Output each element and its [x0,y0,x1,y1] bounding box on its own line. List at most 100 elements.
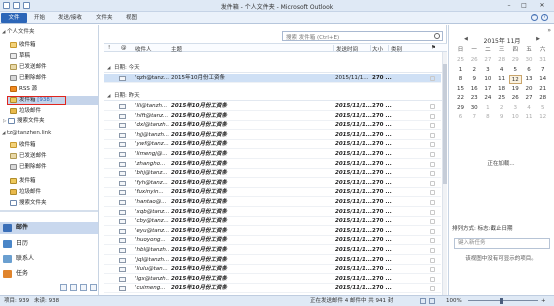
tab-file[interactable]: 文件 [1,13,27,23]
account-outbox[interactable]: 发件箱 [10,177,36,186]
task-sort-label[interactable]: 排列方式: 标志:截止日期 [452,224,512,232]
calendar-day[interactable]: 23 [468,94,481,103]
notes-icon[interactable] [60,283,67,291]
calendar-day[interactable]: 14 [536,75,549,84]
collapse-triangle-icon[interactable]: ◢ [107,64,110,73]
folder-list-icon[interactable] [70,283,77,291]
folder-search-folders[interactable]: ▷ 搜索文件夹 [3,117,45,126]
table-row[interactable]: 'huoyong... 2015年10月份工资条 2015/11/1... 270 .… [104,236,441,246]
table-row[interactable]: 'lgx@tanzh... 2015年10月份工资条 2015/11/1... 270… [104,275,441,284]
calendar-day[interactable]: 7 [468,113,481,122]
flag-icon[interactable] [430,76,435,81]
column-size[interactable]: 大小 [372,45,383,53]
tab-view[interactable]: 视图 [122,13,141,23]
help-icon[interactable]: ? [541,14,548,21]
account-search-folders[interactable]: 搜索文件夹 [10,199,47,208]
table-row[interactable]: 'lli@tanzh... 2015年10月份工资条 2015/11/1... 270… [104,102,441,111]
calendar-day[interactable]: 9 [468,75,481,84]
reading-view-icon[interactable] [429,298,435,304]
normal-view-icon[interactable] [420,298,426,304]
vertical-scrollbar[interactable] [442,52,447,295]
column-to[interactable]: 收件人 [135,45,152,53]
calendar-day[interactable]: 8 [481,113,494,122]
calendar-day[interactable]: 20 [523,85,536,94]
calendar-day[interactable]: 7 [536,66,549,75]
table-row[interactable]: 'zhangho... 2015年10月份工资条 2015/11/1... 270 .… [104,160,441,169]
zoom-slider[interactable] [468,300,538,301]
group-yesterday[interactable]: ◢ 日期: 昨天 [104,92,447,101]
prev-month-icon[interactable]: ◀ [464,36,468,42]
calendar-day[interactable]: 25 [454,56,467,65]
calendar-day[interactable]: 29 [454,104,467,113]
account-sent[interactable]: 已发送邮件 [10,152,47,161]
folder-deleted[interactable]: 已删除邮件 [10,74,47,83]
flag-icon[interactable] [430,180,435,186]
nav-button-calendar[interactable]: 日历 [0,238,98,250]
calendar-day[interactable]: 11 [495,75,508,84]
calendar-day[interactable]: 30 [468,104,481,113]
importance-column-icon[interactable]: ! [108,45,110,51]
minimize-ribbon-icon[interactable]: ^ [531,14,538,21]
folder-inbox[interactable]: 收件箱 [10,41,36,50]
calendar-day[interactable]: 10 [509,113,522,122]
attachment-column-icon[interactable]: @ [121,45,127,51]
zoom-in-icon[interactable]: + [541,296,546,306]
calendar-day[interactable]: 22 [454,94,467,103]
calendar-day[interactable]: 28 [536,94,549,103]
tab-home[interactable]: 开始 [30,13,49,23]
calendar-day[interactable]: 30 [523,56,536,65]
folder-rss[interactable]: RSS 源 [10,85,37,94]
flag-icon[interactable] [430,171,435,177]
account-junk[interactable]: 垃圾邮件 [10,188,41,197]
maximize-icon[interactable]: □ [517,1,531,10]
calendar-day[interactable]: 4 [523,104,536,113]
flag-icon[interactable] [430,267,435,273]
shortcuts-icon[interactable] [80,283,87,291]
nav-button-tasks[interactable]: 任务 [0,268,98,280]
table-row[interactable]: 'fuxinyin... 2015年10月份工资条 2015/11/1... 270 … [104,188,441,198]
table-row[interactable]: 'jql@tanzh... 2015年10月份工资条 2015/11/1... 270… [104,256,441,265]
calendar-day[interactable]: 29 [509,56,522,65]
account-inbox[interactable]: 收件箱 [10,141,36,150]
calendar-day[interactable]: 26 [468,56,481,65]
calendar-day[interactable]: 26 [509,94,522,103]
calendar-day[interactable]: 27 [523,94,536,103]
table-row[interactable]: 'cuimeng... 2015年10月份工资条 2015/11/1... 270 .… [104,284,441,294]
flag-icon[interactable] [430,113,435,119]
table-row[interactable]: 'cby@tanz... 2015年10月份工资条 2015/11/1... 270 … [104,217,441,227]
calendar-day[interactable]: 19 [509,85,522,94]
column-sent[interactable]: 发送时间 [336,45,358,53]
zoom-slider-knob[interactable] [500,298,503,304]
folder-drafts[interactable]: 草稿 [10,52,30,61]
table-row[interactable]: 'hantao@... 2015年10月份工资条 2015/11/1... 270 .… [104,198,441,207]
flag-icon[interactable] [430,190,435,196]
calendar-day[interactable]: 18 [495,85,508,94]
calendar-day[interactable]: 8 [454,75,467,84]
flag-icon[interactable] [430,152,435,157]
account-header[interactable]: ◢ tz@tanzhen.link [2,129,51,138]
calendar-day[interactable]: 2 [495,104,508,113]
nav-button-contacts[interactable]: 联系人 [0,253,98,265]
flag-icon[interactable] [430,161,435,167]
personal-folders-header[interactable]: ◢ 个人文件夹 [2,28,35,37]
column-separator[interactable] [388,45,389,51]
calendar-day[interactable]: 25 [495,94,508,103]
flag-column-icon[interactable]: ⚑ [431,45,436,51]
flag-icon[interactable] [430,209,435,215]
calendar-day[interactable]: 24 [481,94,494,103]
folder-junk[interactable]: 垃圾邮件 [10,107,41,116]
nav-splitter[interactable] [0,210,98,212]
calendar-day[interactable]: 10 [481,75,494,84]
folder-sent[interactable]: 已发送邮件 [10,63,47,72]
zoom-level[interactable]: 100% [446,296,462,306]
flag-icon[interactable] [430,248,435,253]
flag-icon[interactable] [430,123,435,129]
table-row[interactable]: 'qzh@tanz... 2015年10月份工资条 2015/11/1... 2… [104,74,441,83]
scrollbar-thumb[interactable] [443,64,447,184]
calendar-day[interactable]: 13 [523,75,536,84]
calendar-day[interactable]: 21 [536,85,549,94]
calendar-day[interactable]: 15 [454,85,467,94]
calendar-day[interactable]: 27 [481,56,494,65]
calendar-day[interactable]: 5 [509,66,522,75]
calendar-day[interactable]: 3 [509,104,522,113]
